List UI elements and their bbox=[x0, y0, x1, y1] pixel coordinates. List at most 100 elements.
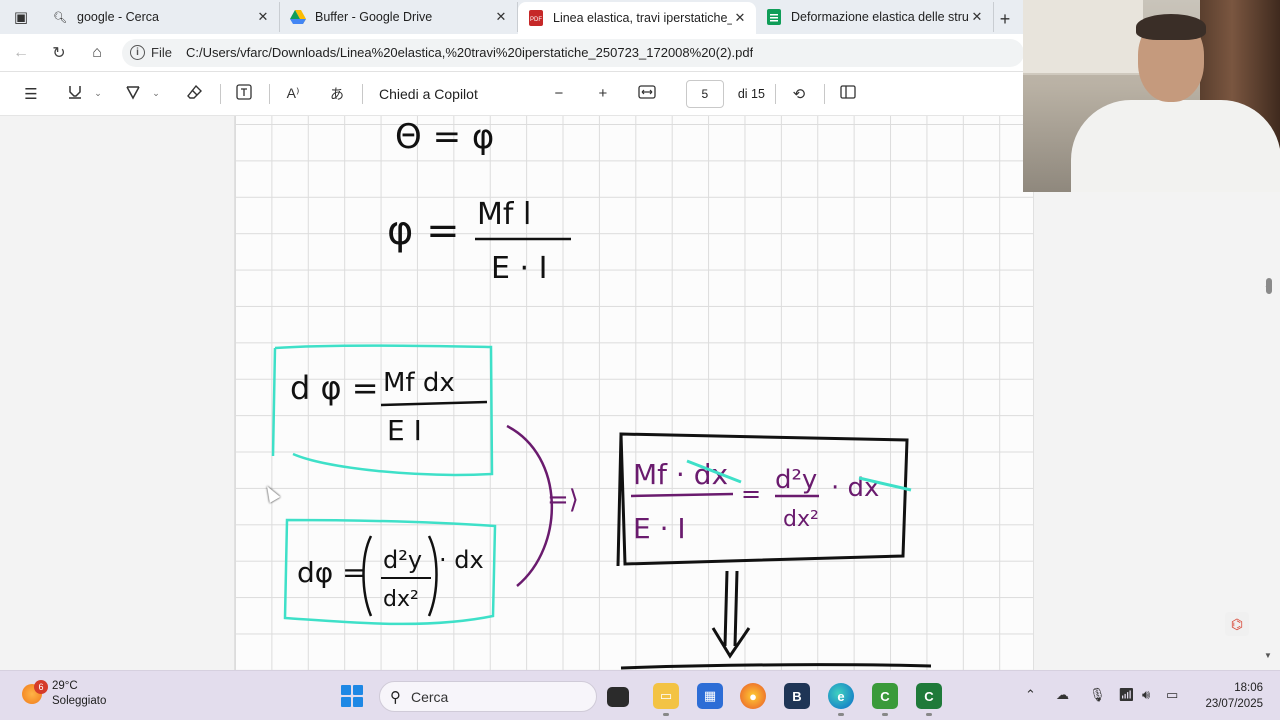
ask-copilot-button[interactable]: Chiedi a Copilot bbox=[379, 86, 478, 102]
fraction-line bbox=[380, 400, 488, 407]
tray-overflow-button[interactable]: ⌃ bbox=[1025, 687, 1036, 703]
network-off-icon[interactable]: ☁ bbox=[1056, 687, 1069, 703]
windows-logo-icon bbox=[341, 697, 351, 707]
task-view-button[interactable] bbox=[607, 687, 629, 707]
file-explorer-button[interactable]: ▭ bbox=[653, 683, 679, 716]
weather-badge: 6 bbox=[34, 680, 48, 694]
note-eq2-num: Mf l bbox=[477, 197, 531, 232]
note-eq2-den: E · I bbox=[491, 251, 547, 286]
camtasia-recorder-button[interactable]: C bbox=[916, 683, 942, 716]
open-paren bbox=[362, 535, 373, 617]
volume-icon[interactable]: 🔊︎ bbox=[1142, 687, 1150, 703]
note-box1-lhs: d φ = bbox=[290, 369, 379, 407]
note-box1-num: Mf dx bbox=[383, 368, 455, 398]
toolbar-divider bbox=[823, 83, 825, 104]
tab-title: Linea elastica, travi iperstatiche_25 bbox=[553, 11, 732, 25]
chevron-down-icon: ⌄ bbox=[152, 88, 160, 98]
weather-condition: Soleggiato bbox=[52, 695, 107, 707]
microphone-icon[interactable]: 🎙︎ bbox=[1089, 687, 1106, 703]
note-box3-rnum: d²y bbox=[775, 465, 817, 495]
list-icon: ☰ bbox=[24, 85, 38, 103]
pen-icon bbox=[125, 84, 141, 104]
weather-widget[interactable]: 6 29°C Soleggiato bbox=[22, 679, 106, 709]
back-button[interactable]: ← bbox=[4, 38, 38, 68]
sheets-icon bbox=[766, 9, 782, 25]
home-icon: ⌂ bbox=[92, 43, 102, 61]
plus-icon: + bbox=[598, 85, 608, 102]
next-box-top bbox=[620, 663, 932, 670]
clock-date: 23/07/2025 bbox=[1205, 698, 1263, 710]
home-button[interactable]: ⌂ bbox=[80, 38, 114, 68]
folder-icon: ▭ bbox=[659, 688, 673, 703]
toolbar-divider bbox=[774, 83, 776, 104]
zoom-out-button[interactable]: − bbox=[544, 79, 574, 109]
toolbar-divider bbox=[362, 83, 363, 104]
fit-width-button[interactable] bbox=[632, 79, 662, 109]
translate-icon: あ bbox=[330, 85, 344, 102]
note-box3-eq: = bbox=[741, 480, 761, 508]
pdf-toolbar: ☰ ⌄ ⌄ A⁾ あ Chiedi a Copilot − + 5 di 15 … bbox=[0, 72, 1024, 116]
page-view-icon bbox=[840, 84, 856, 103]
page-view-button[interactable] bbox=[833, 79, 863, 109]
start-button[interactable] bbox=[341, 685, 363, 707]
webcam-overlay bbox=[1023, 0, 1280, 192]
info-icon[interactable]: i bbox=[130, 45, 145, 60]
tab-pdf-linea-elastica[interactable]: PDF Linea elastica, travi iperstatiche_2… bbox=[518, 2, 756, 34]
close-tab-icon[interactable]: ✕ bbox=[732, 10, 748, 26]
zoom-in-button[interactable]: + bbox=[588, 79, 618, 109]
draw-button[interactable] bbox=[118, 79, 148, 109]
webcam-person-hair bbox=[1136, 14, 1206, 40]
firefox-button[interactable]: ● bbox=[740, 683, 766, 709]
reload-button[interactable]: ↻ bbox=[42, 38, 76, 68]
erase-button[interactable] bbox=[180, 79, 210, 109]
edge-button[interactable]: e bbox=[828, 683, 854, 716]
translate-button[interactable]: あ bbox=[322, 79, 352, 109]
new-tab-button[interactable]: + bbox=[994, 4, 1016, 34]
note-box3-den: E · I bbox=[633, 512, 686, 545]
highlight-options-button[interactable]: ⌄ bbox=[92, 79, 104, 109]
search-icon: 🔍︎ bbox=[53, 11, 67, 24]
taskbar-search[interactable]: ⚲ Cerca bbox=[379, 681, 597, 712]
tab-google-drive[interactable]: Buffer - Google Drive ✕ bbox=[280, 2, 518, 32]
fraction-line bbox=[630, 492, 734, 498]
scroll-down-button[interactable]: ▼ bbox=[1264, 651, 1272, 660]
text-box-icon bbox=[236, 83, 252, 104]
battery-icon[interactable]: ▭ bbox=[1166, 687, 1178, 703]
wifi-icon[interactable]: 📶︎ bbox=[1118, 687, 1135, 703]
note-implies: =⟩ bbox=[547, 485, 579, 515]
search-icon: ⚲ bbox=[390, 688, 401, 706]
tab-actions-button[interactable]: ▣ bbox=[0, 0, 42, 34]
tab-strip: ▣ 🔍︎ google - Cerca ✕ Buffer - Google Dr… bbox=[0, 0, 1024, 34]
tab-actions-icon: ▣ bbox=[13, 9, 29, 26]
arrow-left-icon: ← bbox=[13, 43, 29, 61]
read-aloud-button[interactable]: A⁾ bbox=[278, 79, 308, 109]
pdf-viewer[interactable]: Θ = φ φ = Mf l E · I d φ = Mf dx E I dφ … bbox=[0, 116, 1280, 670]
sun-icon: 6 bbox=[22, 680, 48, 704]
edge-icon: e bbox=[837, 688, 845, 704]
camtasia-button[interactable]: C bbox=[872, 683, 898, 716]
tab-deformazione[interactable]: Deformazione elastica delle strutt ✕ bbox=[756, 2, 994, 32]
page-number-input[interactable]: 5 bbox=[685, 79, 724, 108]
windows-logo-icon bbox=[341, 685, 351, 695]
draw-options-button[interactable]: ⌄ bbox=[150, 79, 162, 109]
contents-button[interactable]: ☰ bbox=[16, 79, 46, 109]
store-button[interactable]: ▦ bbox=[697, 683, 723, 709]
close-tab-icon[interactable]: ✕ bbox=[493, 9, 509, 25]
close-tab-icon[interactable]: ✕ bbox=[255, 9, 271, 25]
tab-google-search[interactable]: 🔍︎ google - Cerca ✕ bbox=[42, 2, 280, 32]
note-eq-theta-phi: Θ = φ bbox=[395, 117, 494, 157]
scrollbar-thumb[interactable] bbox=[1266, 278, 1272, 294]
url-field[interactable]: i File C:/Users/vfarc/Downloads/Linea%20… bbox=[122, 38, 1024, 67]
system-clock[interactable]: 18:06 23/07/2025 bbox=[1201, 680, 1263, 712]
reload-icon: ↻ bbox=[52, 44, 66, 62]
google-drive-icon bbox=[290, 9, 306, 25]
rotate-icon: ⟲ bbox=[792, 85, 806, 103]
highlight-button[interactable] bbox=[60, 79, 90, 109]
rotate-button[interactable]: ⟲ bbox=[784, 79, 814, 109]
eraser-icon bbox=[187, 84, 203, 104]
close-tab-icon[interactable]: ✕ bbox=[969, 9, 985, 25]
text-box-button[interactable] bbox=[229, 79, 259, 109]
acrobat-icon[interactable]: ⌬ bbox=[1225, 612, 1249, 636]
b-app-button[interactable]: B bbox=[784, 683, 810, 709]
note-box3-tail: · dx bbox=[831, 473, 879, 503]
